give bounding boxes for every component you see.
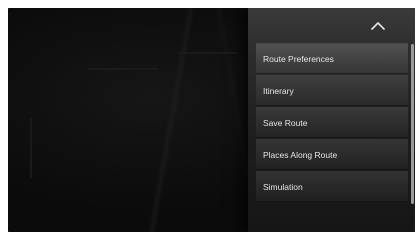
menu-item-places-along-route[interactable]: Places Along Route: [256, 139, 408, 170]
menu-item-route-preferences[interactable]: Route Preferences: [256, 43, 408, 74]
route-options-menu: Route Preferences Itinerary Save Route P…: [248, 8, 415, 232]
menu-item-save-route[interactable]: Save Route: [256, 107, 408, 138]
map-road: [178, 52, 238, 54]
menu-scrollbar[interactable]: [411, 44, 414, 204]
map-road: [88, 68, 158, 70]
map-road: [30, 118, 32, 178]
navigation-screen: Route Preferences Itinerary Save Route P…: [8, 8, 415, 232]
menu-list: Route Preferences Itinerary Save Route P…: [256, 43, 408, 203]
chevron-up-icon: [371, 22, 385, 30]
menu-item-itinerary[interactable]: Itinerary: [256, 75, 408, 106]
collapse-menu-button[interactable]: [349, 11, 407, 41]
menu-item-simulation[interactable]: Simulation: [256, 171, 408, 202]
